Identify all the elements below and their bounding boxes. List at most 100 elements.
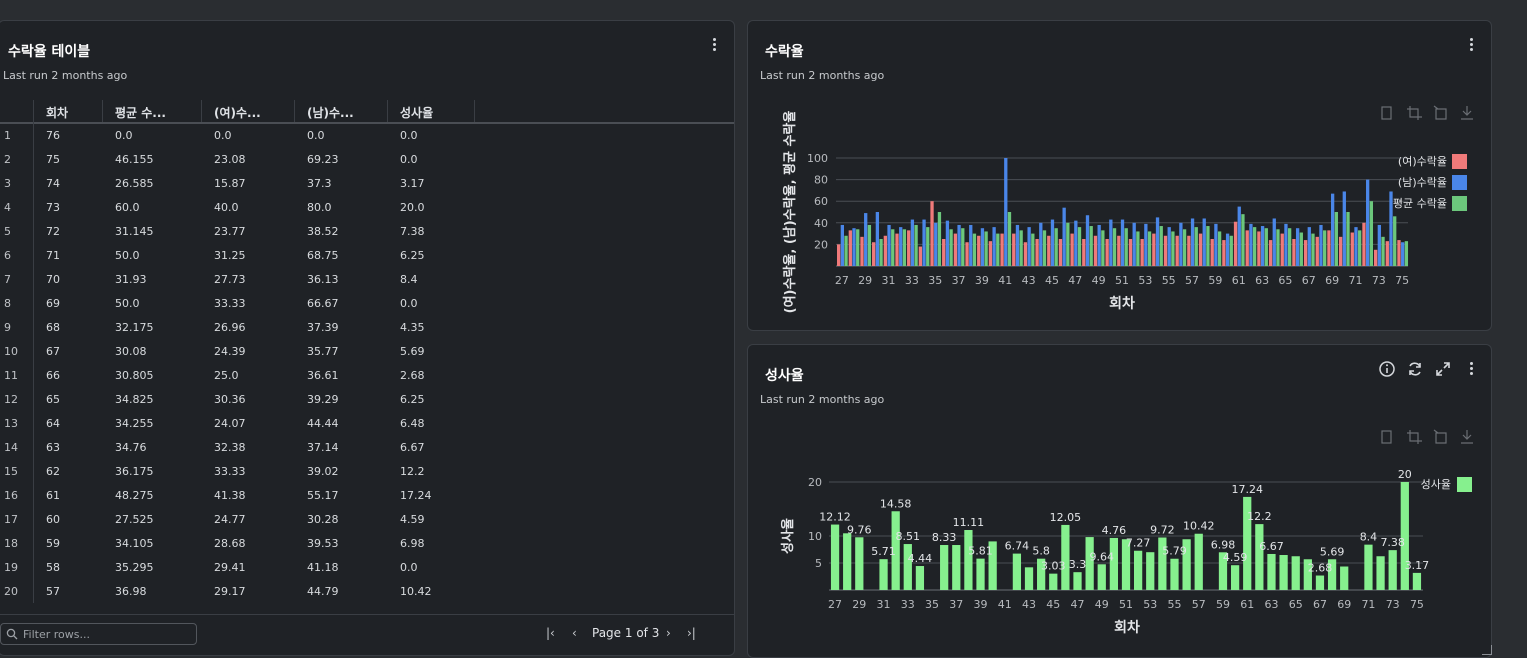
table-card-menu-icon[interactable] bbox=[706, 38, 722, 56]
col-header-round[interactable]: 회차 bbox=[46, 104, 68, 121]
bar bbox=[1146, 552, 1155, 590]
legend-swatch[interactable] bbox=[1452, 175, 1467, 190]
table-cell: 34.76 bbox=[115, 441, 147, 454]
first-page-icon[interactable]: |‹ bbox=[546, 626, 555, 640]
download-icon-2[interactable] bbox=[1461, 430, 1473, 444]
table-row[interactable]: 3 74 26.585 15.87 37.3 3.17 bbox=[0, 172, 734, 196]
data-label: 3.17 bbox=[1405, 559, 1430, 572]
table-cell: 32.175 bbox=[115, 321, 154, 334]
bar bbox=[887, 224, 891, 266]
bar bbox=[1311, 233, 1315, 266]
table-row[interactable]: 15 62 36.175 33.33 39.02 12.2 bbox=[0, 460, 734, 484]
expand-icon[interactable] bbox=[1434, 360, 1452, 378]
col-header-male[interactable]: (남)수... bbox=[307, 104, 354, 121]
legend-label[interactable]: (여)수락율 bbox=[1398, 155, 1447, 168]
table-row[interactable]: 17 60 27.525 24.77 30.28 4.59 bbox=[0, 508, 734, 532]
x-tick-label: 37 bbox=[949, 598, 963, 611]
bar bbox=[1291, 556, 1300, 590]
accept-card-menu-icon[interactable] bbox=[1463, 38, 1479, 56]
table-row[interactable]: 18 59 34.105 28.68 39.53 6.98 bbox=[0, 532, 734, 556]
x-tick-label: 51 bbox=[1119, 598, 1133, 611]
data-view-icon[interactable] bbox=[1381, 106, 1392, 120]
download-icon[interactable] bbox=[1461, 106, 1473, 120]
filter-rows-input[interactable]: Filter rows... bbox=[0, 623, 197, 645]
y-tick-label: 80 bbox=[814, 174, 828, 187]
bar bbox=[860, 236, 864, 266]
table-row[interactable]: 2 75 46.155 23.08 69.23 0.0 bbox=[0, 148, 734, 172]
table-cell: 36.175 bbox=[115, 465, 154, 478]
table-row[interactable]: 20 57 36.98 29.17 44.79 10.42 bbox=[0, 580, 734, 604]
data-view-icon-2[interactable] bbox=[1381, 430, 1392, 444]
table-row[interactable]: 11 66 30.805 25.0 36.61 2.68 bbox=[0, 364, 734, 388]
table-cell: 0.0 bbox=[400, 153, 418, 166]
bar bbox=[992, 227, 996, 266]
col-header-average[interactable]: 평균 수... bbox=[115, 104, 166, 121]
refresh-icon[interactable] bbox=[1406, 360, 1424, 378]
col-header-success[interactable]: 성사율 bbox=[400, 104, 433, 121]
bar bbox=[1279, 555, 1288, 590]
table-row[interactable]: 13 64 34.255 24.07 44.44 6.48 bbox=[0, 412, 734, 436]
x-tick-label: 65 bbox=[1289, 598, 1303, 611]
bar bbox=[1167, 227, 1171, 266]
table-cell: 0.0 bbox=[307, 129, 325, 142]
legend-swatch[interactable] bbox=[1457, 477, 1472, 492]
crop-icon-2[interactable] bbox=[1407, 430, 1422, 444]
table-cell: 48.275 bbox=[115, 489, 154, 502]
table-row[interactable]: 16 61 48.275 41.38 55.17 17.24 bbox=[0, 484, 734, 508]
table-row[interactable]: 1 76 0.0 0.0 0.0 0.0 bbox=[0, 124, 734, 148]
table-row[interactable]: 6 71 50.0 31.25 68.75 6.25 bbox=[0, 244, 734, 268]
table-cell: 39.02 bbox=[307, 465, 339, 478]
x-tick-label: 55 bbox=[1162, 274, 1176, 287]
table-row[interactable]: 10 67 30.08 24.39 35.77 5.69 bbox=[0, 340, 734, 364]
table-row[interactable]: 4 73 60.0 40.0 80.0 20.0 bbox=[0, 196, 734, 220]
table-row[interactable]: 12 65 34.825 30.36 39.29 6.25 bbox=[0, 388, 734, 412]
success-card-menu-icon[interactable] bbox=[1463, 362, 1479, 380]
x-tick-label: 47 bbox=[1071, 598, 1085, 611]
bar bbox=[1015, 224, 1020, 266]
legend-label[interactable]: 평균 수락율 bbox=[1393, 197, 1447, 210]
restore-icon-2[interactable] bbox=[1433, 429, 1447, 444]
table-cell: 34.825 bbox=[115, 393, 154, 406]
x-tick-label: 33 bbox=[905, 274, 919, 287]
table-row[interactable]: 19 58 35.295 29.41 41.18 0.0 bbox=[0, 556, 734, 580]
table-row[interactable]: 14 63 34.76 32.38 37.14 6.67 bbox=[0, 436, 734, 460]
bar bbox=[1050, 219, 1055, 266]
info-icon[interactable] bbox=[1378, 360, 1396, 378]
legend-label[interactable]: 성사율 bbox=[1421, 478, 1451, 491]
col-header-female[interactable]: (여)수... bbox=[214, 104, 261, 121]
bar bbox=[1049, 573, 1058, 590]
table-row[interactable]: 9 68 32.175 26.96 37.39 4.35 bbox=[0, 316, 734, 340]
crop-icon[interactable] bbox=[1407, 106, 1422, 120]
data-label: 7.38 bbox=[1380, 536, 1405, 549]
legend-label[interactable]: (남)수락율 bbox=[1398, 176, 1447, 189]
bar bbox=[1330, 193, 1335, 266]
table-cell: 20.0 bbox=[400, 201, 425, 214]
legend-swatch[interactable] bbox=[1452, 196, 1467, 211]
row-index: 3 bbox=[4, 177, 11, 190]
bar bbox=[940, 545, 949, 590]
prev-page-icon[interactable]: ‹ bbox=[572, 626, 577, 640]
bar bbox=[1388, 550, 1397, 590]
table-row[interactable]: 7 70 31.93 27.73 36.13 8.4 bbox=[0, 268, 734, 292]
x-tick-label: 49 bbox=[1092, 274, 1106, 287]
bar bbox=[1128, 239, 1133, 266]
bar bbox=[1362, 222, 1366, 266]
table-row[interactable]: 8 69 50.0 33.33 66.67 0.0 bbox=[0, 292, 734, 316]
bar bbox=[1058, 239, 1063, 266]
restore-icon[interactable] bbox=[1433, 105, 1447, 120]
bar bbox=[1109, 537, 1118, 590]
resize-corner-icon[interactable] bbox=[1482, 645, 1492, 655]
last-page-icon[interactable]: ›| bbox=[687, 626, 696, 640]
bar bbox=[1152, 233, 1156, 266]
bar bbox=[895, 233, 899, 266]
table-row[interactable]: 5 72 31.145 23.77 38.52 7.38 bbox=[0, 220, 734, 244]
legend-swatch[interactable] bbox=[1452, 154, 1467, 169]
bar bbox=[1257, 231, 1261, 266]
data-label: 4.44 bbox=[908, 552, 933, 565]
bar bbox=[1381, 236, 1385, 266]
x-tick-label: 75 bbox=[1410, 598, 1424, 611]
bar bbox=[969, 224, 973, 266]
bar bbox=[965, 242, 969, 266]
next-page-icon[interactable]: › bbox=[666, 626, 671, 640]
bar bbox=[915, 566, 925, 590]
